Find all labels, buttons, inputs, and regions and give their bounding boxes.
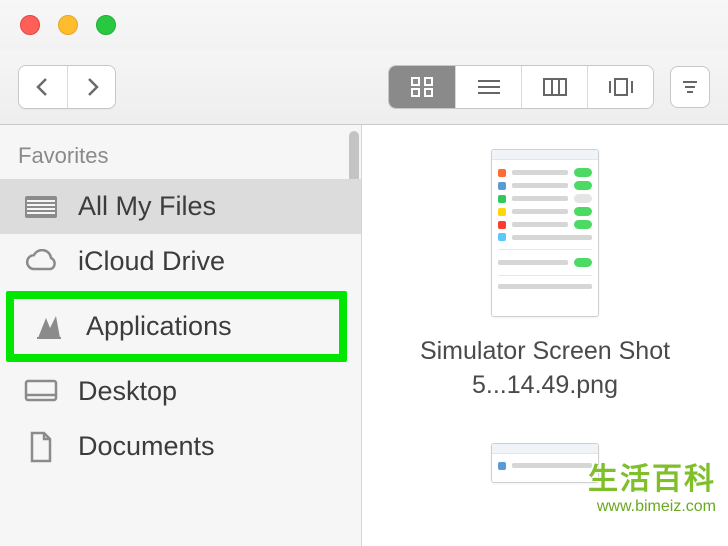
window-titlebar	[0, 0, 728, 50]
favorites-header: Favorites	[0, 137, 361, 179]
sidebar-item-desktop[interactable]: Desktop	[0, 364, 361, 419]
sidebar-item-icloud-drive[interactable]: iCloud Drive	[0, 234, 361, 289]
close-icon[interactable]	[20, 15, 40, 35]
minimize-icon[interactable]	[58, 15, 78, 35]
file-name-label[interactable]: Simulator Screen Shot 5...14.49.png	[415, 335, 675, 403]
column-view-button[interactable]	[521, 66, 587, 108]
sidebar-item-label: iCloud Drive	[78, 246, 225, 277]
file-thumbnail[interactable]	[491, 443, 599, 483]
sidebar-item-label: All My Files	[78, 191, 216, 222]
sidebar-item-documents[interactable]: Documents	[0, 419, 361, 474]
view-mode-group	[388, 65, 654, 109]
sidebar-item-label: Documents	[78, 431, 215, 462]
sidebar-item-label: Desktop	[78, 376, 177, 407]
maximize-icon[interactable]	[96, 15, 116, 35]
nav-group	[18, 65, 116, 109]
applications-highlight: Applications	[6, 291, 347, 362]
toolbar	[0, 50, 728, 125]
sidebar-item-applications[interactable]: Applications	[14, 299, 339, 354]
back-button[interactable]	[19, 66, 67, 108]
body-area: Favorites All My Files iCloud Drive Appl…	[0, 125, 728, 546]
sidebar-item-all-my-files[interactable]: All My Files	[0, 179, 361, 234]
all-my-files-icon	[22, 188, 60, 226]
desktop-icon	[22, 373, 60, 411]
content-area: Simulator Screen Shot 5...14.49.png	[362, 125, 728, 546]
coverflow-view-button[interactable]	[587, 66, 653, 108]
arrange-button[interactable]	[670, 66, 710, 108]
list-view-button[interactable]	[455, 66, 521, 108]
sidebar: Favorites All My Files iCloud Drive Appl…	[0, 125, 362, 546]
applications-icon	[30, 308, 68, 346]
sidebar-item-label: Applications	[86, 311, 232, 342]
cloud-icon	[22, 243, 60, 281]
documents-icon	[22, 428, 60, 466]
icon-view-button[interactable]	[389, 66, 455, 108]
forward-button[interactable]	[67, 66, 115, 108]
file-thumbnail[interactable]	[491, 149, 599, 317]
